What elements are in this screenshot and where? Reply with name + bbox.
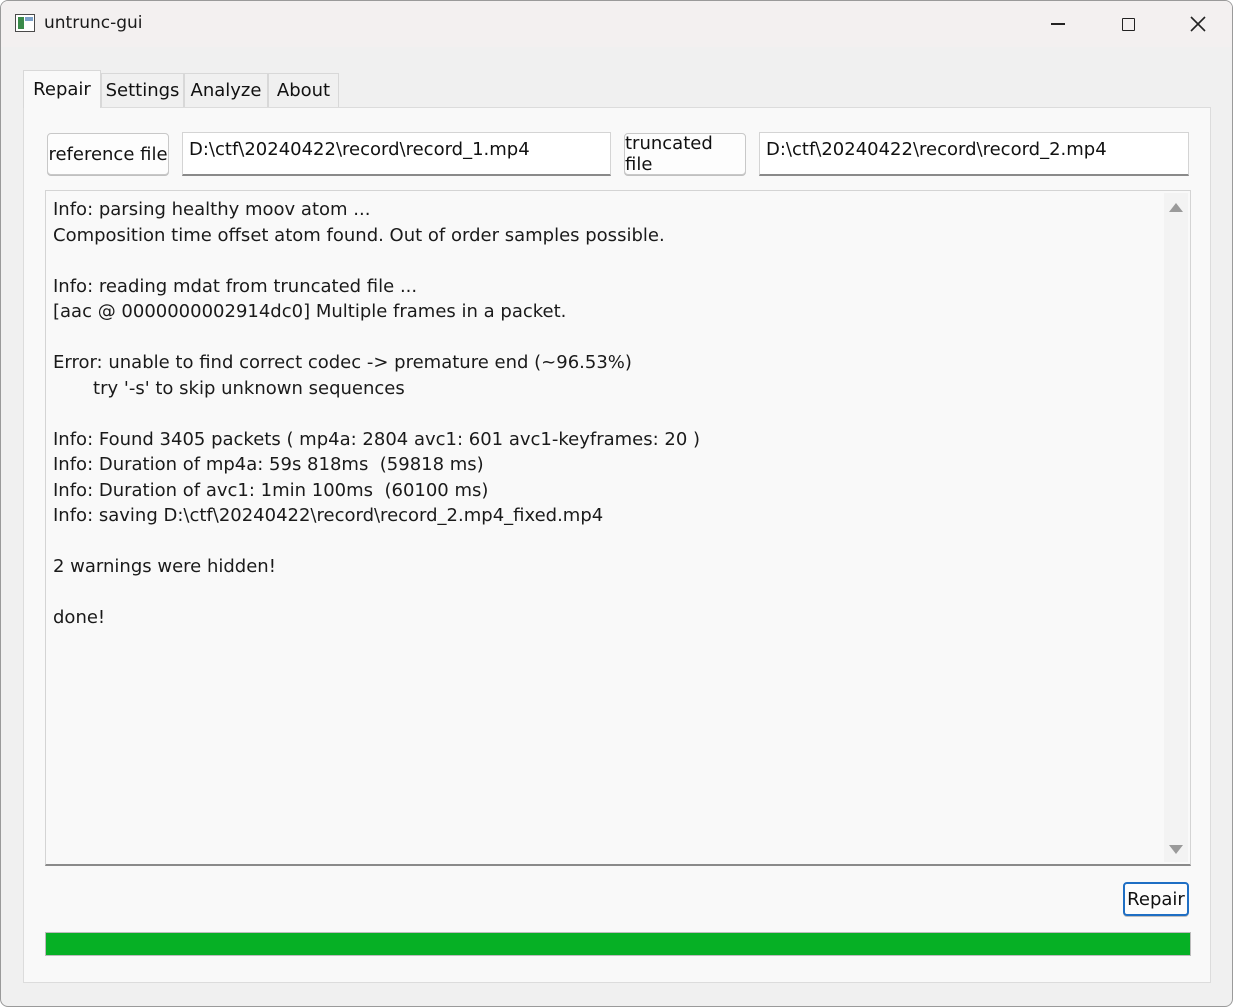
log-line: done! <box>53 607 106 628</box>
scroll-up-icon[interactable] <box>1169 203 1183 212</box>
log-line: Error: unable to find correct codec -> p… <box>53 352 632 373</box>
app-window: untrunc-gui Repair Settings Analyze Abou… <box>0 0 1233 1007</box>
tab-repair[interactable]: Repair <box>23 70 101 108</box>
log-line: Info: Duration of avc1: 1min 100ms (6010… <box>53 479 489 501</box>
maximize-icon <box>1121 17 1135 31</box>
window-title: untrunc-gui <box>44 13 143 33</box>
progress-fill <box>46 933 1190 955</box>
log-line: try '-s' to skip unknown sequences <box>53 377 405 399</box>
log-line: Info: parsing healthy moov atom ... <box>53 199 371 220</box>
log-line: 2 warnings were hidden! <box>53 556 276 577</box>
truncated-file-path-field[interactable]: D:\ctf\20240422\record\record_2.mp4 <box>759 132 1189 176</box>
repair-progress-bar <box>45 932 1191 956</box>
reference-file-button[interactable]: reference file <box>47 133 169 175</box>
tab-about[interactable]: About <box>268 73 339 107</box>
log-line: Info: saving D:\ctf\20240422\record\reco… <box>53 505 604 526</box>
tab-settings[interactable]: Settings <box>101 73 184 107</box>
log-line: Info: reading mdat from truncated file .… <box>53 275 418 297</box>
close-button[interactable] <box>1163 1 1232 47</box>
log-text: Info: parsing healthy moov atom ... Comp… <box>53 197 1160 631</box>
close-icon <box>1190 16 1206 32</box>
repair-button[interactable]: Repair <box>1123 882 1189 916</box>
log-line: [aac @ 0000000002914dc0] Multiple frames… <box>53 301 567 322</box>
maximize-button[interactable] <box>1093 1 1163 47</box>
scroll-down-icon[interactable] <box>1169 845 1183 854</box>
log-line: Composition time offset atom found. Out … <box>53 224 665 246</box>
log-line: Info: Found 3405 packets ( mp4a: 2804 av… <box>53 428 701 450</box>
log-line: Info: Duration of mp4a: 59s 818ms (59818… <box>53 454 484 475</box>
truncated-file-button[interactable]: truncated file <box>624 133 746 175</box>
title-bar[interactable]: untrunc-gui <box>1 1 1232 47</box>
reference-file-path-field[interactable]: D:\ctf\20240422\record\record_1.mp4 <box>182 132 611 176</box>
log-scrollbar[interactable] <box>1164 193 1188 862</box>
log-output[interactable]: Info: parsing healthy moov atom ... Comp… <box>45 190 1191 866</box>
minimize-button[interactable] <box>1023 1 1093 47</box>
minimize-icon <box>1051 23 1065 25</box>
app-window-icon <box>15 14 35 32</box>
tab-analyze[interactable]: Analyze <box>184 73 268 107</box>
